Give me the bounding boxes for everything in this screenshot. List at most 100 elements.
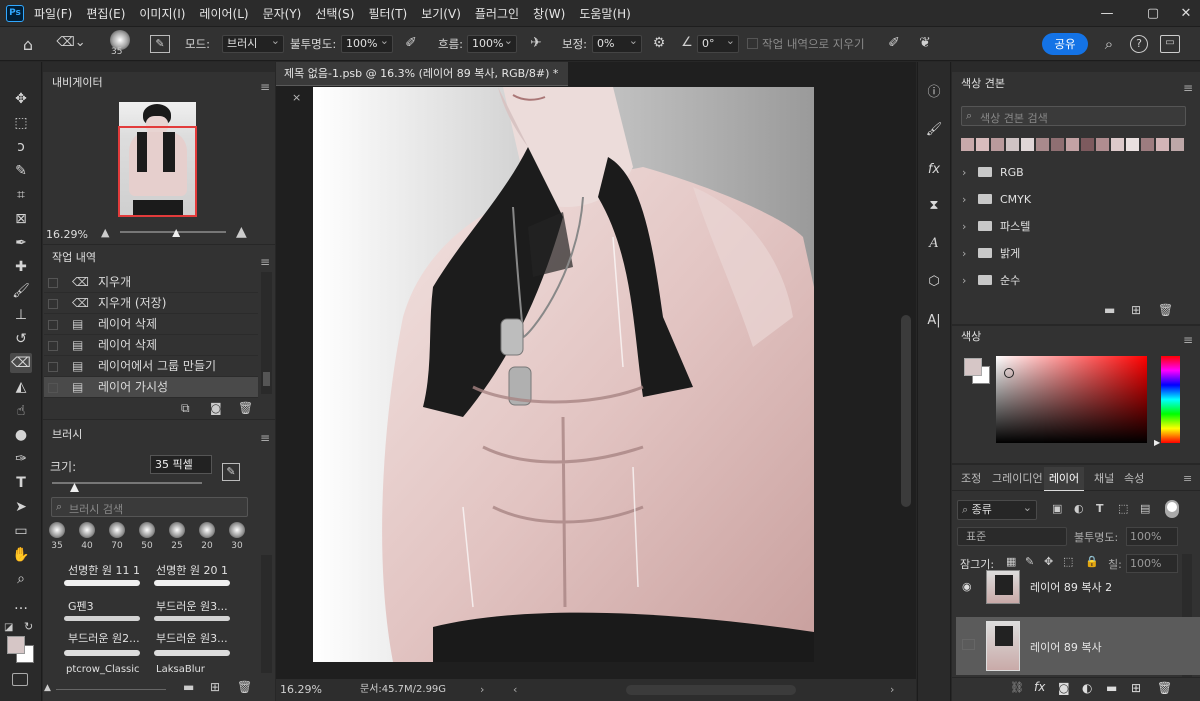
eraser-tool-preset-icon[interactable]: ⌫⌄ (56, 35, 86, 50)
navigator-menu-icon[interactable]: ≡ (260, 81, 270, 93)
navigator-view-box[interactable] (118, 126, 197, 217)
pressure-opacity-icon[interactable]: ✐ (401, 35, 421, 51)
brush-settings-dock-icon[interactable]: 🖌 (924, 120, 944, 140)
color-swatch[interactable] (976, 138, 989, 151)
hand-tool-icon[interactable]: ✋ (10, 545, 32, 565)
camera-icon[interactable]: ◙ (210, 401, 222, 415)
menu-item[interactable]: 편집(E) (86, 5, 125, 22)
brush-trash-icon[interactable]: 🗑 (237, 680, 252, 694)
brush-preset[interactable]: 부드러운 원2... (68, 630, 140, 646)
history-snapshot-checkbox[interactable] (48, 341, 58, 351)
close-button[interactable]: ✕ (1163, 0, 1200, 27)
history-snapshot-checkbox[interactable] (48, 299, 58, 309)
color-foreground-swatch[interactable] (964, 358, 982, 376)
layers-menu-icon[interactable]: ≡ (1183, 467, 1192, 491)
menu-item[interactable]: 문자(Y) (263, 5, 302, 22)
canvas-vertical-scrollbar[interactable] (901, 315, 911, 507)
recent-brush-tip[interactable] (49, 522, 65, 538)
new-swatch-icon[interactable]: ⊞ (1131, 303, 1141, 317)
zoom-tool-icon[interactable]: ⌕ (10, 569, 32, 589)
hue-slider[interactable] (1161, 356, 1180, 443)
recent-brush-tip[interactable] (109, 522, 125, 538)
color-swatch[interactable] (1006, 138, 1019, 151)
flow-dropdown[interactable]: 100% (467, 33, 517, 53)
layer-visibility-icon[interactable] (962, 639, 975, 650)
chevron-right-icon[interactable]: › (962, 240, 966, 267)
recent-brush-tip[interactable] (199, 522, 215, 538)
filter-shape-icon[interactable]: ⬚ (1118, 502, 1128, 515)
color-swatch[interactable] (1111, 138, 1124, 151)
dodge-tool-icon[interactable]: ● (10, 425, 32, 445)
path-select-tool-icon[interactable]: ➤ (10, 497, 32, 517)
home-icon[interactable]: ⌂ (18, 35, 38, 54)
zoom-in-icon[interactable]: ▲ (236, 224, 247, 240)
brush-preview-slider[interactable] (56, 689, 166, 690)
search-icon[interactable]: ⌕ (1100, 35, 1118, 53)
color-field[interactable] (996, 356, 1147, 443)
mode-dropdown[interactable]: 브러시 (222, 33, 284, 53)
color-swatch[interactable] (1126, 138, 1139, 151)
swatch-group[interactable]: › 밝게 (958, 240, 1200, 267)
move-tool-icon[interactable]: ✥ (10, 89, 32, 109)
smoothing-dropdown[interactable]: 0% (592, 33, 642, 53)
chevron-right-icon[interactable]: › (962, 267, 966, 294)
info-icon[interactable]: ⓘ (924, 83, 944, 103)
link-layers-icon[interactable]: ⛓ (1010, 681, 1024, 694)
new-group-icon[interactable]: ▬ (1106, 681, 1117, 695)
color-picker-cursor[interactable] (1004, 368, 1014, 378)
history-item[interactable]: ▤ 레이어 가시성 (44, 377, 258, 398)
history-item[interactable]: ▤ 레이어에서 그룹 만들기 (44, 356, 258, 377)
paragraph-icon[interactable]: A| (924, 311, 944, 331)
paint-bucket-tool-icon[interactable]: ◭ (10, 377, 32, 397)
gear-icon[interactable]: ⚙ (650, 35, 668, 51)
navigator-zoom-slider[interactable] (120, 231, 226, 233)
menu-item[interactable]: 이미지(I) (139, 5, 185, 22)
history-snapshot-checkbox[interactable] (48, 362, 58, 372)
brush-search-input[interactable]: ⌕ 브러시 검색 (51, 497, 248, 517)
scroll-right-icon[interactable]: › (890, 679, 894, 701)
frame-tool-icon[interactable]: ⊠ (10, 209, 32, 229)
menu-item[interactable]: 플러그인 (475, 5, 519, 22)
layer-visibility-icon[interactable]: ◉ (962, 580, 975, 593)
color-swatch[interactable] (1141, 138, 1154, 151)
blend-mode-dropdown[interactable]: 표준 (957, 527, 1067, 546)
quick-mask-icon[interactable] (12, 673, 28, 686)
chevron-right-icon[interactable]: › (962, 213, 966, 240)
close-tab-icon[interactable]: × (292, 91, 301, 104)
brush-scrollbar[interactable] (261, 555, 272, 673)
menu-item[interactable]: 선택(S) (315, 5, 354, 22)
help-icon[interactable]: ? (1130, 35, 1148, 53)
pressure-size-icon[interactable]: ✐ (884, 35, 904, 51)
color-swatch[interactable] (1096, 138, 1109, 151)
swatch-group[interactable]: › 파스텔 (958, 213, 1200, 240)
brush-preset[interactable]: 선명한 원 11 1 (68, 562, 140, 578)
fx-styles-icon[interactable]: fx (924, 160, 944, 180)
rectangle-tool-icon[interactable]: ▭ (10, 521, 32, 541)
layer-row[interactable]: ◉ 레이어 89 복사 2 (956, 567, 1200, 607)
history-brush-tool-icon[interactable]: ↺ (10, 329, 32, 349)
new-brush-group-icon[interactable]: ▬ (183, 680, 194, 694)
type-tool-icon[interactable]: T (10, 473, 32, 493)
history-snapshot-checkbox[interactable] (48, 383, 58, 393)
character-icon[interactable]: A (924, 234, 944, 254)
opacity-dropdown[interactable]: 100% (341, 33, 393, 53)
status-info-arrow-icon[interactable]: › (480, 679, 484, 701)
more-tools-icon[interactable]: … (10, 595, 32, 615)
swatches-search-input[interactable]: ⌕ 색상 견본 검색 (961, 106, 1186, 126)
swatch-trash-icon[interactable]: 🗑 (1158, 303, 1173, 317)
color-swatch[interactable] (1036, 138, 1049, 151)
filter-toggle[interactable] (1165, 500, 1179, 518)
history-item[interactable]: ⌫ 지우개 (저장) (44, 293, 258, 314)
document-tab[interactable]: 제목 없음-1.psb @ 16.3% (레이어 89 복사, RGB/8#) … (276, 62, 568, 104)
brush-size-field[interactable]: 35 픽셀 (150, 455, 212, 474)
angle-field[interactable]: 0° (697, 33, 739, 53)
color-swatch[interactable] (1066, 138, 1079, 151)
symmetry-icon[interactable]: ❦ (915, 35, 935, 51)
delete-layer-icon[interactable]: 🗑 (1157, 681, 1172, 695)
clone-source-icon[interactable]: ⧗ (924, 196, 944, 216)
layer-filter-dropdown[interactable]: ⌕ 종류 ⌄ (957, 500, 1037, 520)
history-trash-icon[interactable]: 🗑 (238, 401, 253, 415)
eraser-tool-icon[interactable]: ⌫ (10, 353, 32, 373)
menu-item[interactable]: 도움말(H) (579, 5, 631, 22)
history-menu-icon[interactable]: ≡ (260, 256, 270, 268)
